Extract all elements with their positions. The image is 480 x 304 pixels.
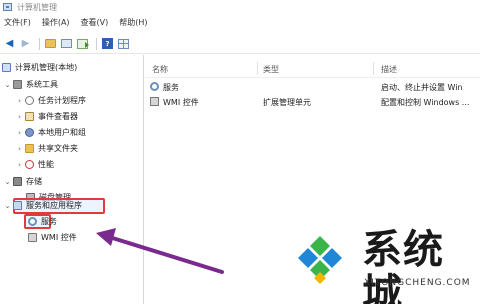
column-header-type[interactable]: 类型 xyxy=(263,64,279,75)
menu-action[interactable]: 操作(A) xyxy=(42,17,70,28)
export-icon[interactable] xyxy=(76,37,89,50)
toolbar-separator xyxy=(96,37,97,50)
tree-label: 性能 xyxy=(38,160,54,169)
chevron-right-icon[interactable]: › xyxy=(16,113,23,121)
tools-icon xyxy=(13,80,22,89)
chevron-down-icon[interactable]: ⌄ xyxy=(4,81,11,89)
tree-item-task-scheduler[interactable]: › 任务计划程序 xyxy=(16,94,86,107)
column-divider[interactable] xyxy=(373,62,374,75)
tree-label: 服务 xyxy=(41,217,57,226)
tree-label: 事件查看器 xyxy=(38,112,78,121)
event-log-icon xyxy=(25,112,34,121)
chevron-right-icon[interactable]: › xyxy=(16,145,23,153)
tree-item-performance[interactable]: › 性能 xyxy=(16,158,54,171)
chevron-down-icon[interactable]: ⌄ xyxy=(4,202,11,210)
cell-description: 启动、终止并设置 Win xyxy=(381,83,463,92)
column-divider[interactable] xyxy=(257,62,258,75)
tree-label: 任务计划程序 xyxy=(38,96,86,105)
list-row-services[interactable]: 服务 启动、终止并设置 Win xyxy=(145,80,480,93)
chevron-down-icon[interactable]: ⌄ xyxy=(4,178,11,186)
chevron-right-icon[interactable]: › xyxy=(16,129,23,137)
menu-help[interactable]: 帮助(H) xyxy=(119,17,147,28)
cell-type: 扩展管理单元 xyxy=(263,98,311,107)
clock-icon xyxy=(25,96,34,105)
tree-label: 系统工具 xyxy=(26,80,58,89)
grid-icon[interactable] xyxy=(117,37,130,50)
cell-name: 服务 xyxy=(163,83,179,92)
watermark: 系统城 XITONGCHENG.COM xyxy=(290,222,480,304)
tree-item-shared-folders[interactable]: › 共享文件夹 xyxy=(16,142,78,155)
services-apps-icon xyxy=(13,201,22,210)
menu-bar: 文件(F) 操作(A) 查看(V) 帮助(H) xyxy=(0,15,480,29)
toolbar: ◀ ▶ ? xyxy=(0,34,480,54)
menu-view[interactable]: 查看(V) xyxy=(81,17,109,28)
toolbar-separator xyxy=(39,37,40,50)
tree-item-root[interactable]: 计算机管理(本地) xyxy=(2,61,77,74)
computer-icon xyxy=(2,63,11,72)
title-bar: 计算机管理 xyxy=(0,0,480,14)
wmi-icon xyxy=(28,233,37,242)
tree-item-local-users[interactable]: › 本地用户和组 xyxy=(16,126,86,139)
chevron-right-icon[interactable]: › xyxy=(16,97,23,105)
cell-description: 配置和控制 Windows ... xyxy=(381,98,470,107)
tree-item-system-tools[interactable]: ⌄ 系统工具 xyxy=(4,78,58,91)
shared-folder-icon xyxy=(25,144,34,153)
computer-management-icon xyxy=(3,3,12,11)
gear-icon xyxy=(28,217,37,226)
tree-item-storage[interactable]: ⌄ 存储 xyxy=(4,175,42,188)
column-header-description[interactable]: 描述 xyxy=(381,64,397,75)
back-icon[interactable]: ◀ xyxy=(3,37,16,50)
performance-icon xyxy=(25,160,34,169)
tree-label: 服务和应用程序 xyxy=(26,201,82,210)
watermark-url: XITONGCHENG.COM xyxy=(364,278,471,288)
folder-icon[interactable] xyxy=(44,37,57,50)
tree-item-services[interactable]: 服务 xyxy=(28,215,57,228)
window-title: 计算机管理 xyxy=(17,2,57,12)
tree-label: 共享文件夹 xyxy=(38,144,78,153)
header-divider xyxy=(145,77,480,78)
chevron-right-icon[interactable]: › xyxy=(16,161,23,169)
console-tree-icon[interactable] xyxy=(60,37,73,50)
watermark-brand: 系统城 xyxy=(362,227,444,304)
menu-file[interactable]: 文件(F) xyxy=(4,17,31,28)
tree-label: 存储 xyxy=(26,177,42,186)
help-icon[interactable]: ? xyxy=(101,37,114,50)
wmi-icon xyxy=(150,97,159,106)
cell-name: WMI 控件 xyxy=(163,98,199,107)
list-row-wmi[interactable]: WMI 控件 扩展管理单元 配置和控制 Windows ... xyxy=(145,95,480,108)
gear-icon xyxy=(150,82,159,91)
console-tree: 计算机管理(本地) ⌄ 系统工具 › 任务计划程序 › 事件查看器 › 本地用户… xyxy=(0,55,144,304)
forward-icon[interactable]: ▶ xyxy=(19,37,32,50)
tree-label: 计算机管理(本地) xyxy=(15,63,78,72)
tree-item-wmi-control[interactable]: WMI 控件 xyxy=(28,231,77,244)
storage-icon xyxy=(13,177,22,186)
brand-logo-icon xyxy=(298,236,342,284)
tree-label: WMI 控件 xyxy=(41,233,77,242)
column-header-name[interactable]: 名称 xyxy=(152,64,168,75)
tree-item-services-apps[interactable]: ⌄ 服务和应用程序 xyxy=(4,199,82,212)
tree-item-event-viewer[interactable]: › 事件查看器 xyxy=(16,110,78,123)
tree-label: 本地用户和组 xyxy=(38,128,86,137)
users-icon xyxy=(25,128,34,137)
